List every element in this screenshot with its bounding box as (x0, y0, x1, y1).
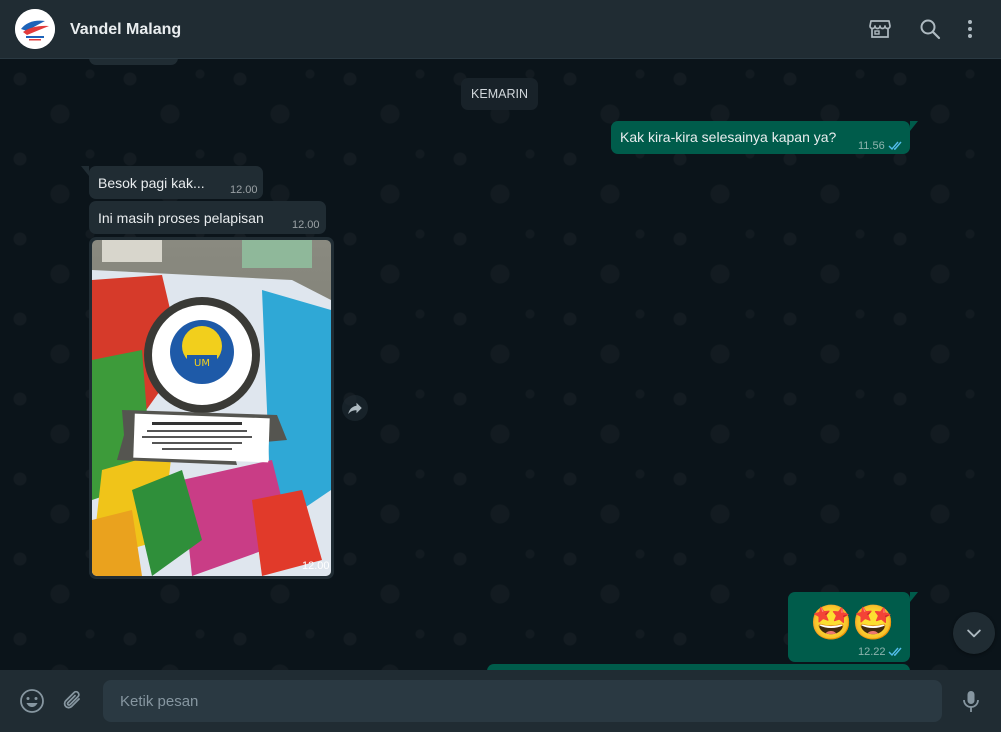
message-bubble-incoming[interactable]: Besok pagi kak... 12.00 (81, 166, 263, 199)
message-time: 12.00 (292, 219, 320, 231)
message-list[interactable]: KEMARIN Kak kira-kira selesainya kapan y… (0, 59, 1001, 670)
contact-name[interactable]: Vandel Malang (70, 21, 181, 39)
partial-message-bubble (89, 59, 178, 65)
message-time: 12.00 (230, 184, 258, 196)
chevron-down-icon (967, 629, 981, 638)
message-bubble-outgoing[interactable]: Kak kira-kira selesainya kapan ya? 11.56 (611, 121, 918, 154)
message-bubble-incoming[interactable]: Ini masih proses pelapisan 12.00 (89, 201, 326, 234)
microphone-icon[interactable] (958, 688, 984, 714)
message-bubble-outgoing[interactable]: 🤩🤩 12.22 (788, 592, 918, 662)
scroll-to-bottom-button[interactable] (953, 612, 995, 654)
message-text: Besok pagi kak... (98, 175, 205, 191)
message-time: 11.56 (858, 140, 885, 152)
chat-header: Vandel Malang (0, 0, 1001, 59)
message-text: Kak kira-kira selesainya kapan ya? (620, 129, 837, 145)
message-input[interactable] (103, 680, 942, 722)
message-time: 12.00 (302, 560, 330, 572)
shop-icon[interactable] (868, 17, 892, 41)
trophy-photo[interactable]: UM (92, 240, 331, 576)
message-emoji: 🤩🤩 (810, 604, 895, 642)
composer-bar (0, 670, 1001, 732)
search-icon[interactable] (918, 17, 942, 41)
contact-logo-icon (15, 9, 55, 49)
svg-text:UM: UM (194, 358, 210, 369)
read-receipt-icon (888, 141, 902, 151)
contact-avatar[interactable] (15, 9, 55, 49)
menu-dots-icon[interactable] (958, 17, 982, 41)
emoji-icon[interactable] (19, 688, 45, 714)
attach-icon[interactable] (60, 688, 86, 714)
forward-icon (348, 402, 362, 414)
forward-button[interactable] (342, 395, 368, 421)
message-text: Ini masih proses pelapisan (98, 210, 264, 226)
read-receipt-icon (888, 647, 902, 657)
message-time: 12.22 (858, 646, 886, 658)
message-image-incoming[interactable]: UM 12.00 (89, 237, 334, 579)
date-separator: KEMARIN (461, 78, 538, 110)
